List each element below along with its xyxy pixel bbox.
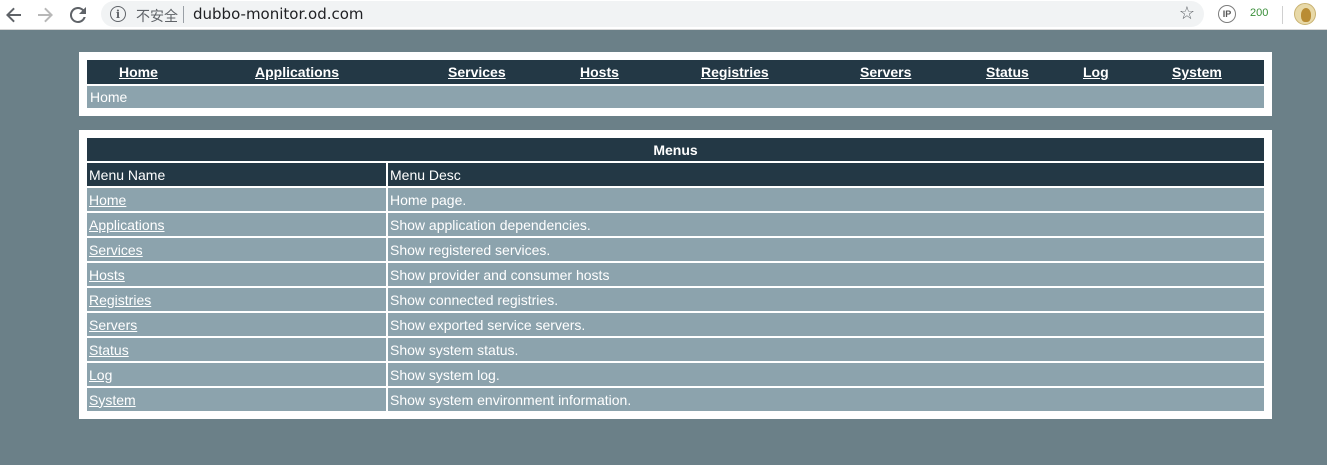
table-row: Hosts Show provider and consumer hosts	[87, 263, 1264, 286]
menu-desc: Show application dependencies.	[388, 213, 1264, 236]
toolbar-divider	[1282, 6, 1283, 24]
menu-link-applications[interactable]: Applications	[89, 217, 165, 233]
menu-desc: Home page.	[388, 188, 1264, 211]
nav-link-status[interactable]: Status	[986, 64, 1029, 80]
table-row: System Show system environment informati…	[87, 388, 1264, 411]
reload-icon[interactable]	[66, 3, 90, 27]
info-icon[interactable]: i	[110, 6, 126, 22]
nav-link-services[interactable]: Services	[448, 64, 506, 80]
nav-link-system[interactable]: System	[1172, 64, 1222, 80]
menus-table: Menus Menu Name Menu Desc Home Home page…	[85, 136, 1266, 413]
table-row: Status Show system status.	[87, 338, 1264, 361]
insecure-label: 不安全	[136, 9, 178, 25]
bookmark-star-icon[interactable]: ☆	[1179, 3, 1195, 24]
table-row: Log Show system log.	[87, 363, 1264, 386]
column-header-menu-name: Menu Name	[87, 163, 386, 186]
address-bar[interactable]: i 不安全 dubbo-monitor.od.com ☆	[101, 1, 1204, 27]
menu-link-servers[interactable]: Servers	[89, 317, 137, 333]
menu-desc: Show provider and consumer hosts	[388, 263, 1264, 286]
menu-link-home[interactable]: Home	[89, 192, 126, 208]
back-arrow-icon[interactable]	[2, 3, 26, 27]
address-separator	[183, 6, 184, 23]
nav-link-home[interactable]: Home	[119, 64, 158, 80]
menu-link-hosts[interactable]: Hosts	[89, 267, 125, 283]
menu-desc: Show system status.	[388, 338, 1264, 361]
menus-table-title: Menus	[87, 138, 1264, 161]
extension-badge-count[interactable]: 200	[1250, 7, 1268, 19]
navigation-panel: Home Applications Services Hosts Registr…	[79, 52, 1272, 116]
nav-link-hosts[interactable]: Hosts	[580, 64, 619, 80]
url-text[interactable]: dubbo-monitor.od.com	[193, 5, 364, 23]
menu-link-registries[interactable]: Registries	[89, 292, 151, 308]
menu-link-log[interactable]: Log	[89, 367, 112, 383]
nav-link-servers[interactable]: Servers	[860, 64, 911, 80]
nav-link-log[interactable]: Log	[1083, 64, 1109, 80]
menu-desc: Show exported service servers.	[388, 313, 1264, 336]
profile-avatar[interactable]	[1294, 3, 1316, 25]
table-row: Applications Show application dependenci…	[87, 213, 1264, 236]
nav-link-registries[interactable]: Registries	[701, 64, 769, 80]
ip-extension-icon[interactable]: IP	[1218, 5, 1236, 23]
menu-link-services[interactable]: Services	[89, 242, 143, 258]
menu-desc: Show system environment information.	[388, 388, 1264, 411]
browser-toolbar: i 不安全 dubbo-monitor.od.com ☆ IP 200	[0, 0, 1327, 30]
menu-link-system[interactable]: System	[89, 392, 136, 408]
forward-arrow-icon[interactable]	[33, 3, 57, 27]
table-row: Home Home page.	[87, 188, 1264, 211]
breadcrumb: Home	[87, 86, 1264, 108]
table-row: Servers Show exported service servers.	[87, 313, 1264, 336]
table-row: Services Show registered services.	[87, 238, 1264, 261]
menu-desc: Show connected registries.	[388, 288, 1264, 311]
menus-panel: Menus Menu Name Menu Desc Home Home page…	[79, 130, 1272, 419]
menu-link-status[interactable]: Status	[89, 342, 129, 358]
main-nav: Home Applications Services Hosts Registr…	[87, 60, 1264, 84]
table-row: Registries Show connected registries.	[87, 288, 1264, 311]
nav-link-applications[interactable]: Applications	[255, 64, 339, 80]
column-header-menu-desc: Menu Desc	[388, 163, 1264, 186]
menu-desc: Show system log.	[388, 363, 1264, 386]
menu-desc: Show registered services.	[388, 238, 1264, 261]
